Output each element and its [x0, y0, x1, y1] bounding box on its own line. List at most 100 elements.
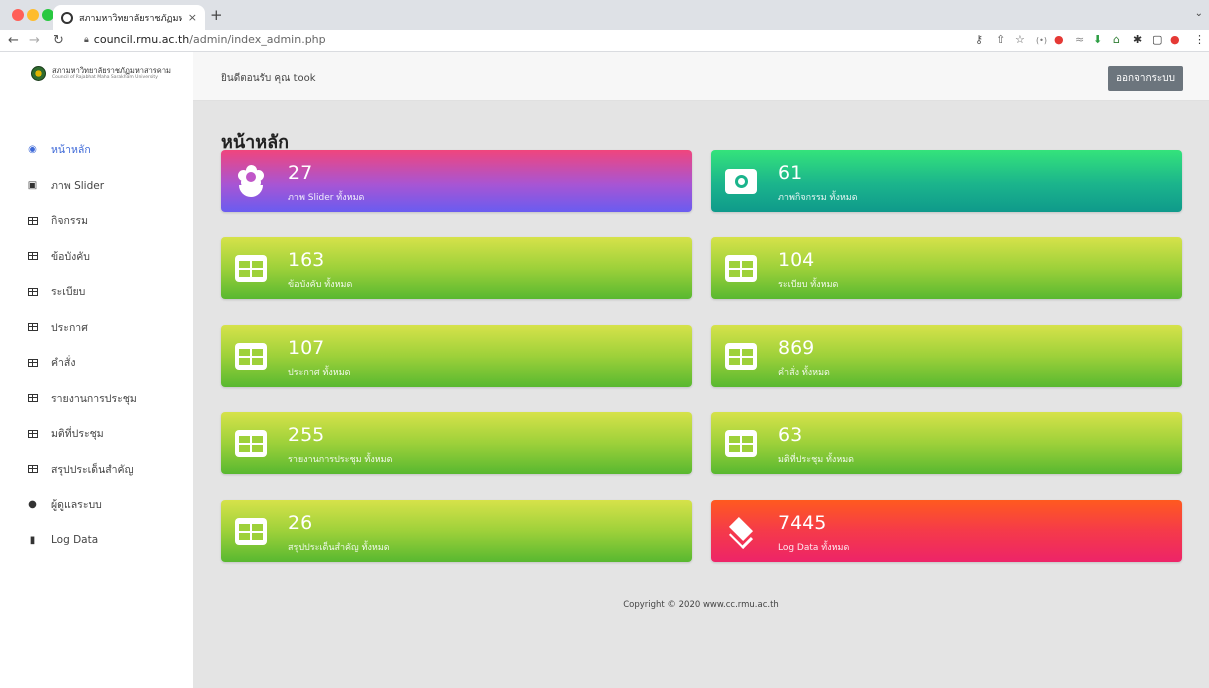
- card-count: 255: [288, 424, 325, 446]
- card-count: 63: [778, 424, 803, 446]
- minimize-window-button[interactable]: [27, 9, 39, 21]
- sidebar-item-label: ผู้ดูแลระบบ: [51, 499, 102, 512]
- browser-toolbar: ← → ↻ 🔒︎ council.rmu.ac.th/admin/index_a…: [0, 30, 1209, 52]
- card-label: ระเบียบ ทั้งหมด: [778, 280, 839, 290]
- card-label: มติที่ประชุม ทั้งหมด: [778, 455, 855, 465]
- sidebar-item-label: ประกาศ: [51, 321, 88, 334]
- reload-button[interactable]: ↻: [53, 33, 64, 48]
- url-path: /admin/index_admin.php: [189, 33, 326, 46]
- browser-menu-icon[interactable]: ⋮: [1194, 33, 1205, 46]
- extension-icon[interactable]: ≈: [1075, 33, 1084, 46]
- tab-close-button[interactable]: ×: [188, 11, 197, 24]
- star-icon[interactable]: ☆: [1015, 33, 1025, 46]
- card-label: สรุปประเด็นสำคัญ ทั้งหมด: [288, 543, 390, 553]
- close-window-button[interactable]: [12, 9, 24, 21]
- puzzle-icon[interactable]: ✱: [1133, 33, 1142, 46]
- table-icon: [725, 339, 757, 373]
- table-icon: [27, 215, 38, 226]
- tab-title: สภามหาวิทยาลัยราชภัฏมหาสารคาม: [79, 13, 182, 24]
- sidebar-item-meeting-reports[interactable]: รายงานการประชุม: [0, 381, 193, 417]
- announcements-card[interactable]: 107 ประกาศ ทั้งหมด: [221, 325, 692, 387]
- table-icon: [235, 339, 267, 373]
- regulations-card[interactable]: 163 ข้อบังคับ ทั้งหมด: [221, 237, 692, 299]
- table-icon: [725, 251, 757, 285]
- key-icon[interactable]: ⚷: [975, 33, 983, 46]
- copy-icon: ▮: [29, 534, 36, 546]
- url-domain: council.rmu.ac.th: [93, 33, 190, 46]
- brand-subtitle: Council of Rajabhat Maha Sarakham Univer…: [52, 75, 158, 81]
- table-icon: [725, 426, 757, 460]
- sidebar-item-home[interactable]: ◉ หน้าหลัก: [0, 132, 193, 168]
- table-icon: [27, 251, 38, 262]
- activity-photos-card[interactable]: 61 ภาพกิจกรรม ทั้งหมด: [711, 150, 1182, 212]
- table-icon: [235, 514, 267, 548]
- layers-icon: [725, 514, 757, 550]
- sidebar-toggle-icon[interactable]: ▢: [1152, 33, 1162, 46]
- meeting-reports-card[interactable]: 255 รายงานการประชุม ทั้งหมด: [221, 412, 692, 474]
- card-label: ภาพ Slider ทั้งหมด: [288, 193, 365, 203]
- sidebar-item-log-data[interactable]: ▮ Log Data: [0, 523, 193, 559]
- sidebar-item-resolutions[interactable]: มติที่ประชุม: [0, 416, 193, 452]
- table-icon: [27, 357, 38, 368]
- sidebar-item-label: Log Data: [51, 534, 99, 547]
- user-icon: ●: [28, 499, 37, 511]
- top-bar: ยินดีตอนรับ คุณ took ออกจากระบบ: [193, 52, 1209, 101]
- sidebar-item-label: รายงานการประชุม: [51, 392, 137, 405]
- card-label: รายงานการประชุม ทั้งหมด: [288, 455, 393, 465]
- card-count: 869: [778, 337, 815, 359]
- card-count: 61: [778, 162, 803, 184]
- dashboard-icon: ◉: [28, 144, 37, 156]
- sidebar-item-label: กิจกรรม: [51, 215, 89, 228]
- chevron-down-icon[interactable]: ⌄: [1195, 8, 1203, 19]
- card-label: คำสั่ง ทั้งหมด: [778, 368, 830, 378]
- address-bar[interactable]: 🔒︎ council.rmu.ac.th/admin/index_admin.p…: [84, 33, 326, 46]
- slider-count-card[interactable]: 27 ภาพ Slider ทั้งหมด: [221, 150, 692, 212]
- sidebar-item-rules[interactable]: ระเบียบ: [0, 274, 193, 310]
- key-points-card[interactable]: 26 สรุปประเด็นสำคัญ ทั้งหมด: [221, 500, 692, 562]
- extension-icon[interactable]: ⬇: [1093, 33, 1102, 46]
- brand[interactable]: สภามหาวิทยาลัยราชภัฏมหาสารคาม Council of…: [31, 66, 171, 81]
- resolutions-card[interactable]: 63 มติที่ประชุม ทั้งหมด: [711, 412, 1182, 474]
- share-icon[interactable]: ⇧: [996, 33, 1005, 46]
- table-icon: [27, 286, 38, 297]
- sidebar-item-label: สรุปประเด็นสำคัญ: [51, 463, 134, 476]
- sidebar-item-orders[interactable]: คำสั่ง: [0, 345, 193, 381]
- card-label: ข้อบังคับ ทั้งหมด: [288, 280, 353, 290]
- extension-icon[interactable]: ⌂: [1113, 33, 1120, 46]
- card-label: Log Data ทั้งหมด: [778, 543, 850, 553]
- table-icon: [235, 426, 267, 460]
- orders-card[interactable]: 869 คำสั่ง ทั้งหมด: [711, 325, 1182, 387]
- sidebar-item-key-points[interactable]: สรุปประเด็นสำคัญ: [0, 452, 193, 488]
- footer-copyright: Copyright © 2020 www.cc.rmu.ac.th: [623, 600, 779, 610]
- table-icon: [235, 251, 267, 285]
- forward-button[interactable]: →: [29, 33, 40, 48]
- sidebar-item-label: ข้อบังคับ: [51, 250, 90, 263]
- extension-icon[interactable]: (•): [1036, 36, 1047, 45]
- sidebar-item-activities[interactable]: กิจกรรม: [0, 203, 193, 239]
- welcome-text: ยินดีตอนรับ คุณ took: [221, 73, 316, 84]
- table-icon: [27, 322, 38, 333]
- log-data-card[interactable]: 7445 Log Data ทั้งหมด: [711, 500, 1182, 562]
- browser-tab-bar: สภามหาวิทยาลัยราชภัฏมหาสารคาม × + ⌄: [0, 0, 1209, 30]
- adblock-icon[interactable]: ●: [1054, 33, 1064, 46]
- new-tab-button[interactable]: +: [210, 6, 223, 24]
- table-icon: [27, 428, 38, 439]
- back-button[interactable]: ←: [8, 33, 19, 48]
- rules-card[interactable]: 104 ระเบียบ ทั้งหมด: [711, 237, 1182, 299]
- sidebar-item-label: มติที่ประชุม: [51, 428, 104, 441]
- sidebar-item-slider[interactable]: ▣ ภาพ Slider: [0, 168, 193, 204]
- sidebar-menu: ◉ หน้าหลัก ▣ ภาพ Slider กิจกรรม ข้อบังคั…: [0, 132, 193, 558]
- sidebar-item-label: หน้าหลัก: [51, 144, 91, 157]
- card-count: 26: [288, 512, 313, 534]
- browser-tab[interactable]: สภามหาวิทยาลัยราชภัฏมหาสารคาม ×: [53, 5, 205, 30]
- sidebar-item-admins[interactable]: ● ผู้ดูแลระบบ: [0, 487, 193, 523]
- sidebar-item-announcements[interactable]: ประกาศ: [0, 310, 193, 346]
- logout-button[interactable]: ออกจากระบบ: [1107, 66, 1183, 91]
- profile-avatar[interactable]: ●: [1170, 33, 1180, 46]
- card-count: 27: [288, 162, 313, 184]
- card-count: 163: [288, 249, 325, 271]
- sidebar-item-label: คำสั่ง: [51, 357, 76, 370]
- camera-icon: [725, 164, 757, 198]
- card-count: 107: [288, 337, 325, 359]
- sidebar-item-regulations[interactable]: ข้อบังคับ: [0, 239, 193, 275]
